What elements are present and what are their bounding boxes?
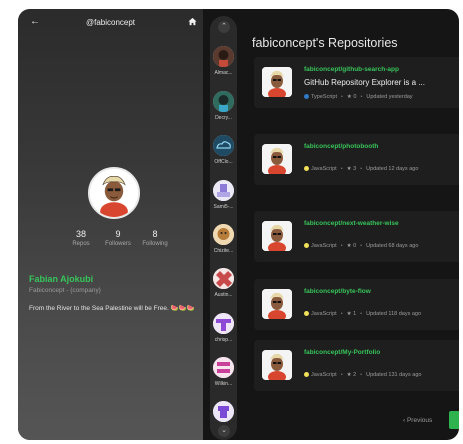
- repo-language: JavaScript: [311, 311, 337, 317]
- following-avatar: [213, 224, 234, 245]
- following-item[interactable]: OffClo...: [210, 135, 237, 173]
- following-name: Almac...: [214, 70, 233, 76]
- following-item[interactable]: chrisp...: [210, 313, 237, 351]
- profile-avatar: [88, 167, 140, 219]
- repo-card[interactable]: fabiconcept/github-search-app GitHub Rep…: [254, 57, 459, 108]
- repo-card[interactable]: fabiconcept/photobooth JavaScript • ★ 3 • Up…: [254, 134, 459, 185]
- repo-stars: 0: [353, 94, 357, 100]
- following-name: Wilkin...: [214, 381, 233, 387]
- next-page-button[interactable]: [449, 411, 459, 429]
- stat-label: Following: [142, 241, 168, 247]
- repo-name[interactable]: fabiconcept/next-weather-wise: [304, 220, 399, 227]
- repo-meta: JavaScript • ★ 3 • Updated 12 days ago: [304, 166, 418, 172]
- repo-language: JavaScript: [311, 243, 337, 249]
- repo-owner-avatar: [262, 350, 292, 380]
- following-avatar: [213, 401, 234, 422]
- repo-meta: TypeScript • ★ 0 • Updated yesterday: [304, 94, 413, 100]
- repo-updated: Updated 12 days ago: [366, 166, 419, 172]
- repo-card[interactable]: fabiconcept/byte-flow JavaScript • ★ 1 • Upd…: [254, 279, 459, 330]
- following-name: chrisp...: [214, 337, 233, 343]
- repo-updated: Updated 131 days ago: [366, 372, 422, 378]
- following-avatar: [213, 268, 234, 289]
- star-icon: ★: [346, 311, 352, 317]
- repo-meta: JavaScript • ★ 0 • Updated 68 days ago: [304, 243, 418, 249]
- repo-updated: Updated yesterday: [366, 94, 413, 100]
- following-name: OffClo...: [214, 159, 233, 165]
- repo-card[interactable]: fabiconcept/My-Portfolio JavaScript • ★ 2 •…: [254, 340, 459, 391]
- stat-label: Repos: [72, 241, 90, 247]
- following-list: ⌃ Almac... Decry... OffClo... Sami5-... …: [210, 16, 237, 440]
- following-item[interactable]: Chizite...: [210, 224, 237, 262]
- language-dot-icon: [304, 94, 309, 100]
- repo-stars: 1: [353, 311, 357, 317]
- language-dot-icon: [304, 311, 309, 317]
- repo-name[interactable]: fabiconcept/github-search-app: [304, 66, 399, 73]
- language-dot-icon: [304, 372, 309, 378]
- repo-description: GitHub Repository Explorer is a ...: [304, 78, 425, 87]
- repo-stars: 2: [353, 372, 357, 378]
- following-item[interactable]: Sami5-...: [210, 180, 237, 218]
- stat-value: 9: [115, 229, 121, 239]
- stat-value: 38: [75, 229, 86, 239]
- repo-language: JavaScript: [311, 372, 337, 378]
- profile-handle: @fabiconcept: [85, 18, 136, 27]
- repo-stars: 3: [353, 166, 357, 172]
- repo-card[interactable]: fabiconcept/next-weather-wise JavaScript…: [254, 211, 459, 262]
- previous-page-button[interactable]: ‹ Previous: [403, 417, 432, 424]
- repo-meta: JavaScript • ★ 1 • Updated 118 days ago: [304, 311, 421, 317]
- following-avatar: [213, 313, 234, 334]
- language-dot-icon: [304, 166, 309, 172]
- stat-value: 8: [152, 229, 158, 239]
- star-icon: ★: [346, 372, 352, 378]
- repo-updated: Updated 118 days ago: [366, 311, 422, 317]
- following-name: Decry...: [215, 115, 232, 121]
- profile-stats: 38 Repos 9 Followers 8 Following: [63, 229, 173, 255]
- repo-name[interactable]: fabiconcept/My-Portfolio: [304, 349, 380, 356]
- profile-panel: ← @fabiconcept 38 Repos 9 Followers 8 Fo…: [18, 9, 203, 440]
- following-item[interactable]: Wilkin...: [210, 357, 237, 395]
- following-item[interactable]: Decry...: [210, 91, 237, 129]
- stat-label: Followers: [105, 241, 131, 247]
- star-icon: ★: [346, 243, 352, 249]
- repo-meta: JavaScript • ★ 2 • Updated 131 days ago: [304, 372, 421, 378]
- following-item[interactable]: Almac...: [210, 46, 237, 84]
- repo-language: JavaScript: [311, 166, 337, 172]
- repo-language: TypeScript: [311, 94, 337, 100]
- following-item[interactable]: Austin...: [210, 268, 237, 306]
- following-avatar: [213, 46, 234, 67]
- profile-name: Fabian Ajokubi: [29, 274, 94, 284]
- following-avatar: [213, 135, 234, 156]
- repo-name[interactable]: fabiconcept/byte-flow: [304, 288, 371, 295]
- stat-following[interactable]: 8 Following: [137, 229, 173, 247]
- repo-owner-avatar: [262, 144, 292, 174]
- repo-owner-avatar: [262, 221, 292, 251]
- repo-stars: 0: [353, 243, 357, 249]
- following-avatar: [213, 180, 234, 201]
- repo-owner-avatar: [262, 67, 292, 97]
- following-avatar: [213, 357, 234, 378]
- following-avatar: [213, 91, 234, 112]
- profile-header: ← @fabiconcept: [18, 9, 203, 35]
- repo-updated: Updated 68 days ago: [366, 243, 419, 249]
- following-name: Chizite...: [213, 248, 234, 254]
- stat-repos[interactable]: 38 Repos: [63, 229, 99, 247]
- star-icon: ★: [346, 94, 352, 100]
- profile-company: Fabiconcept - {company}: [29, 287, 101, 294]
- scroll-up-button[interactable]: ⌃: [218, 21, 230, 33]
- app-window: ← @fabiconcept 38 Repos 9 Followers 8 Fo…: [18, 9, 459, 440]
- profile-bio: From the River to the Sea Palestine will…: [29, 305, 195, 312]
- scroll-down-button[interactable]: ⌄: [218, 425, 230, 437]
- following-name: Sami5-...: [213, 204, 234, 210]
- repositories-title: fabiconcept's Repositories: [252, 36, 398, 50]
- repo-owner-avatar: [262, 289, 292, 319]
- stat-followers[interactable]: 9 Followers: [100, 229, 136, 247]
- star-icon: ★: [346, 166, 352, 172]
- following-name: Austin...: [214, 292, 233, 298]
- home-icon[interactable]: [188, 17, 197, 26]
- language-dot-icon: [304, 243, 309, 249]
- repo-name[interactable]: fabiconcept/photobooth: [304, 143, 378, 150]
